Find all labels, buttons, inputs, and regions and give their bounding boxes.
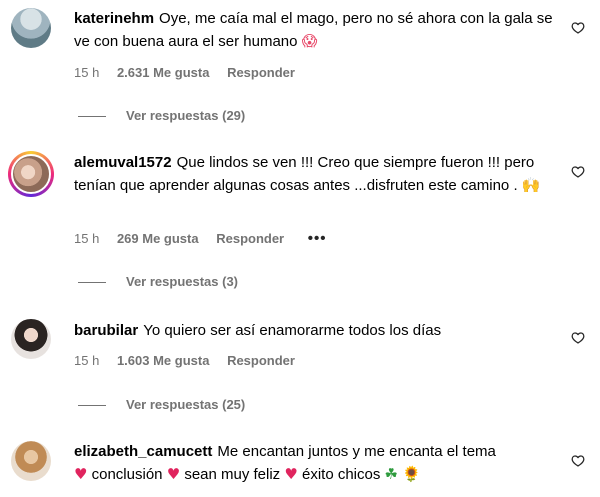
comment-body: conclusión xyxy=(91,466,163,483)
avatar-image xyxy=(11,154,51,194)
comment-meta: 15 h 269 Me gusta Responder ••• xyxy=(74,230,341,248)
comment-time: 15 h xyxy=(74,353,100,368)
comment-item: alemuval1572 Que lindos se ven !!! Creo q… xyxy=(0,140,600,300)
red-heart-emoji: ♥ xyxy=(284,465,298,483)
comment-body: éxito chicos xyxy=(301,466,381,483)
more-options-button[interactable]: ••• xyxy=(308,230,327,247)
comment-username[interactable]: alemuval1572 xyxy=(74,154,172,171)
heart-outline-icon[interactable] xyxy=(571,165,585,179)
comment-text: katerinehm Oye, me caía mal el mago, pero… xyxy=(74,8,562,53)
comment-item: elizabeth_camucett Me encantan juntos y m… xyxy=(0,430,600,497)
red-heart-emoji: ♥ xyxy=(74,465,88,483)
comment-body: sean muy feliz xyxy=(184,466,281,483)
comment-meta: 15 h 2.631 Me gusta Responder xyxy=(74,64,309,82)
like-count[interactable]: 269 Me gusta xyxy=(117,231,199,246)
shocked-face-emoji: 😱 xyxy=(301,32,318,50)
comment-text: alemuval1572 Que lindos se ven !!! Creo q… xyxy=(74,152,562,197)
avatar[interactable] xyxy=(11,319,51,359)
comment-text: barubilar Yo quiero ser así enamorarme to… xyxy=(74,320,562,342)
like-count[interactable]: 1.603 Me gusta xyxy=(117,353,210,368)
heart-outline-icon[interactable] xyxy=(571,21,585,35)
avatar[interactable] xyxy=(8,151,54,197)
avatar[interactable] xyxy=(11,8,51,48)
avatar[interactable] xyxy=(11,441,51,481)
heart-outline-icon[interactable] xyxy=(571,454,585,468)
raised-hands-emoji: 🙌 xyxy=(521,176,541,194)
comment-username[interactable]: elizabeth_camucett xyxy=(74,443,212,460)
view-replies-button[interactable]: Ver respuestas (3) xyxy=(78,273,238,291)
view-replies-label: Ver respuestas (29) xyxy=(126,108,246,123)
comment-text: elizabeth_camucett Me encantan juntos y m… xyxy=(74,441,562,486)
view-replies-button[interactable]: Ver respuestas (25) xyxy=(78,396,245,414)
reply-button[interactable]: Responder xyxy=(227,353,295,368)
divider-line xyxy=(78,116,106,118)
red-heart-emoji: ♥ xyxy=(166,465,181,483)
comment-time: 15 h xyxy=(74,231,100,246)
view-replies-label: Ver respuestas (3) xyxy=(126,274,239,289)
divider-line xyxy=(78,282,106,284)
comment-meta: 15 h 1.603 Me gusta Responder xyxy=(74,352,309,370)
comment-username[interactable]: katerinehm xyxy=(74,10,154,27)
comment-body: Me encantan juntos y me encanta el tema xyxy=(217,443,496,460)
shamrock-emoji: ☘ xyxy=(384,465,398,483)
heart-outline-icon[interactable] xyxy=(571,331,585,345)
reply-button[interactable]: Responder xyxy=(227,65,295,80)
view-replies-label: Ver respuestas (25) xyxy=(126,397,246,412)
divider-line xyxy=(78,405,106,407)
comment-item: katerinehm Oye, me caía mal el mago, pero… xyxy=(0,0,600,130)
comment-username[interactable]: barubilar xyxy=(74,322,138,339)
sunflower-emoji: 🌻 xyxy=(402,465,421,483)
reply-button[interactable]: Responder xyxy=(216,231,284,246)
comment-item: barubilar Yo quiero ser así enamorarme to… xyxy=(0,310,600,420)
comment-time: 15 h xyxy=(74,65,100,80)
like-count[interactable]: 2.631 Me gusta xyxy=(117,65,210,80)
view-replies-button[interactable]: Ver respuestas (29) xyxy=(78,107,245,125)
comment-body: Yo quiero ser así enamorarme todos los d… xyxy=(143,322,442,339)
